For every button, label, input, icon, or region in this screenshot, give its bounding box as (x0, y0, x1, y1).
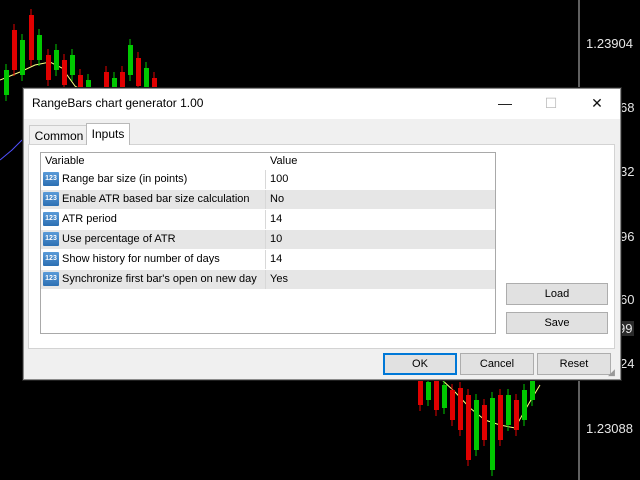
close-icon[interactable]: ✕ (574, 89, 620, 119)
maximize-icon: ☐ (544, 95, 558, 111)
price-label: 68 (620, 100, 635, 115)
table-row[interactable]: 123 Enable ATR based bar size calculatio… (41, 190, 495, 210)
variable-name: Enable ATR based bar size calculation (62, 193, 250, 205)
price-label: 60 (620, 292, 635, 307)
numeric-input-icon: 123 (43, 212, 59, 226)
candle-body (12, 30, 17, 70)
candle-body (136, 58, 141, 86)
variable-value[interactable]: No (270, 193, 284, 205)
price-label: 1.23904 (586, 36, 633, 51)
variable-value[interactable]: 10 (270, 233, 282, 245)
table-row[interactable]: 123 ATR period 14 (41, 210, 495, 230)
tab-inputs[interactable]: Inputs (86, 123, 130, 145)
inputs-panel: Variable Value 123 Range bar size (in po… (28, 144, 615, 349)
column-separator (265, 190, 266, 209)
rangebars-dialog: RangeBars chart generator 1.00 — ☐ ✕ Com… (23, 88, 621, 380)
candle-body (20, 40, 25, 75)
variable-name: ATR period (62, 213, 117, 225)
candle-body (426, 382, 431, 400)
candle-body (144, 68, 149, 90)
candle-body (70, 55, 75, 75)
resize-grip-icon[interactable]: ◢ (608, 367, 618, 377)
numeric-input-icon: 123 (43, 192, 59, 206)
candle-body (29, 15, 34, 60)
candle-body (522, 390, 527, 420)
candle-body (4, 70, 9, 95)
reset-button[interactable]: Reset (537, 353, 611, 375)
column-header-value[interactable]: Value (270, 155, 297, 167)
candle-body (466, 395, 471, 460)
variable-value[interactable]: 100 (270, 173, 288, 185)
table-row[interactable]: 123 Use percentage of ATR 10 (41, 230, 495, 250)
load-button[interactable]: Load (506, 283, 608, 305)
price-label: 1.23088 (586, 421, 633, 436)
price-label: 96 (620, 229, 635, 244)
numeric-input-icon: 123 (43, 252, 59, 266)
candle-body (490, 398, 495, 470)
table-row[interactable]: 123 Show history for number of days 14 (41, 250, 495, 270)
candle-body (128, 45, 133, 75)
column-separator (265, 230, 266, 249)
variable-value[interactable]: 14 (270, 213, 282, 225)
price-label: 32 (620, 164, 635, 179)
column-separator (265, 170, 266, 189)
candle-body (54, 50, 59, 70)
variable-name: Use percentage of ATR (62, 233, 176, 245)
title-bar[interactable]: RangeBars chart generator 1.00 — ☐ ✕ (24, 89, 620, 119)
column-separator (265, 270, 266, 289)
candle-body (458, 388, 463, 430)
variable-name: Show history for number of days (62, 253, 220, 265)
table-row[interactable]: 123 Synchronize first bar's open on new … (41, 270, 495, 290)
numeric-input-icon: 123 (43, 272, 59, 286)
candle-body (498, 395, 503, 440)
tab-common[interactable]: Common (29, 125, 89, 145)
numeric-input-icon: 123 (43, 232, 59, 246)
candle-body (482, 405, 487, 440)
candle-body (506, 395, 511, 425)
save-button[interactable]: Save (506, 312, 608, 334)
variable-name: Synchronize first bar's open on new day (62, 273, 257, 285)
blue-line (0, 139, 23, 161)
cancel-button[interactable]: Cancel (460, 353, 534, 375)
numeric-input-icon: 123 (43, 172, 59, 186)
candle-body (450, 390, 455, 420)
candle-body (37, 35, 42, 60)
candle-body (530, 378, 535, 400)
variable-value[interactable]: Yes (270, 273, 288, 285)
table-row[interactable]: 123 Range bar size (in points) 100 (41, 170, 495, 190)
dialog-title: RangeBars chart generator 1.00 (32, 96, 204, 110)
variable-name: Range bar size (in points) (62, 173, 188, 185)
candle-body (474, 400, 479, 450)
ok-button[interactable]: OK (383, 353, 457, 375)
inputs-table: Variable Value 123 Range bar size (in po… (40, 152, 496, 334)
table-header: Variable Value (41, 153, 495, 169)
column-header-variable[interactable]: Variable (45, 155, 85, 167)
candle-body (514, 400, 519, 430)
candle-body (46, 55, 51, 80)
candle-body (434, 380, 439, 410)
candle-body (62, 60, 67, 85)
candle-body (418, 380, 423, 405)
price-label: 24 (620, 356, 635, 371)
minimize-icon[interactable]: — (482, 89, 528, 119)
column-separator (265, 210, 266, 229)
column-separator (265, 250, 266, 269)
variable-value[interactable]: 14 (270, 253, 282, 265)
candle-body (442, 385, 447, 408)
